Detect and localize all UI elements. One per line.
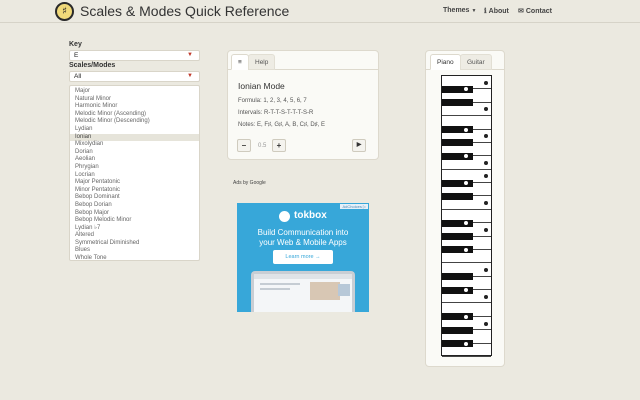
black-key[interactable] [442,246,473,254]
mode-notes: Notes: E, F♯, G♯, A, B, C♯, D♯, E [238,122,326,128]
scale-note-marker [484,268,488,273]
scale-note-marker [464,314,468,319]
increase-speed-button[interactable]: + [272,139,286,152]
scale-list-item[interactable]: Minor Pentatonic [70,187,199,195]
black-key[interactable] [442,273,473,281]
black-key[interactable] [442,192,473,200]
scales-filter-value: All [74,73,82,80]
tab-guitar[interactable]: Guitar [460,54,492,70]
black-key[interactable] [442,139,473,147]
scale-note-marker [464,247,468,252]
scale-list-item[interactable]: Altered [70,232,199,240]
contact-label: Contact [525,8,552,15]
decrease-speed-button[interactable]: – [237,139,251,152]
scales-modes-label: Scales/Modes [69,62,116,69]
scale-list-item[interactable]: Natural Minor [70,96,199,104]
scale-note-marker [464,127,468,132]
mode-formula: Formula: 1, 2, 3, 4, 5, 6, 7 [238,98,307,104]
black-key[interactable] [442,179,473,187]
tab-piano[interactable]: Piano [430,54,461,70]
black-key[interactable] [442,219,473,227]
black-key[interactable] [442,152,473,160]
scale-note-marker [484,227,488,232]
instrument-tabbar: Piano Guitar [426,51,504,70]
scale-note-marker [484,80,488,85]
scale-list-item[interactable]: Ionian [70,133,199,142]
black-key[interactable] [442,233,473,241]
about-label: About [488,8,509,15]
ad-brand: tokbox [294,210,327,221]
scale-list-item[interactable]: Major [70,88,199,96]
themes-dropdown[interactable]: Themes ▼ [443,7,476,14]
scale-list-item[interactable]: Melodic Minor (Descending) [70,118,199,126]
scales-filter-select[interactable]: All ▼ [69,71,200,82]
tokbox-ad[interactable]: AdChoices ▷ tokbox Build Communication i… [237,203,369,312]
ads-by-google-label[interactable]: Ads by Google [233,180,266,186]
mode-title: Ionian Mode [238,81,285,91]
scale-list-item[interactable]: Melodic Minor (Ascending) [70,111,199,119]
scale-list-item[interactable]: Dorian [70,149,199,157]
scale-list-item[interactable]: Mixolydian [70,141,199,149]
scale-list-item[interactable]: Symmetrical Diminished [70,240,199,248]
tab-help[interactable]: Help [248,54,276,70]
tokbox-logo-icon [279,211,290,222]
scale-list-item[interactable]: Bebop Major [70,210,199,218]
laptop-image [251,271,355,312]
play-button[interactable]: ▶ [352,139,366,152]
piano-keyboard[interactable] [441,75,492,357]
mode-intervals: Intervals: R-T-T-S-T-T-T-S-R [238,110,314,116]
scale-list-item[interactable]: Major Pentatonic [70,179,199,187]
key-select-value: E [74,52,79,59]
ad-headline-2: your Web & Mobile Apps [259,238,347,247]
caret-down-icon: ▼ [187,73,193,79]
black-key[interactable] [442,126,473,134]
black-key[interactable] [442,326,473,334]
black-key[interactable] [442,286,473,294]
about-link[interactable]: ℹ About [484,7,509,15]
top-navbar: ♯ Scales & Modes Quick Reference Themes ▼… [0,0,640,23]
sharp-logo-icon[interactable]: ♯ [55,2,74,21]
scale-note-marker [484,321,488,326]
scale-list-item[interactable]: Harmonic Minor [70,103,199,111]
ad-choices-icon[interactable]: AdChoices ▷ [340,204,368,209]
scales-listbox[interactable]: Major Natural Minor Harmonic Minor Melodic … [69,85,200,261]
themes-label: Themes [443,7,470,14]
black-key[interactable] [442,313,473,321]
envelope-icon: ✉ [518,8,524,15]
scale-list-item[interactable]: Lydian ♭7 [70,225,199,233]
scale-list-item[interactable]: Blues [70,247,199,255]
scale-list-item[interactable]: Bebop Dominant [70,194,199,202]
scale-list-item[interactable]: Aeolian [70,156,199,164]
ad-learn-more-button[interactable]: Learn more → [273,250,333,264]
scale-list-item[interactable]: Bebop Melodic Minor [70,217,199,225]
info-icon: ℹ [484,8,487,15]
app-title[interactable]: Scales & Modes Quick Reference [80,3,289,19]
scale-list-item[interactable]: Phrygian [70,164,199,172]
scale-list-item[interactable]: Locrian [70,172,199,180]
caret-down-icon: ▼ [187,52,193,58]
key-select[interactable]: E ▼ [69,50,200,61]
black-key[interactable] [442,85,473,93]
scale-note-marker [484,294,488,299]
black-key[interactable] [442,340,473,348]
caret-down-icon: ▼ [471,8,477,14]
key-label: Key [69,41,82,48]
scale-note-marker [484,160,488,165]
black-key[interactable] [442,99,473,107]
info-tabbar: ≡ Help [228,51,378,70]
speed-value: 0.5 [258,143,267,149]
scale-list-item[interactable]: Bebop Dorian [70,202,199,210]
scale-list-item[interactable]: Whole Tone [70,255,199,260]
scale-list-item[interactable]: Lydian [70,126,199,134]
mode-info-card: ≡ Help Ionian Mode Formula: 1, 2, 3, 4, … [227,50,379,160]
contact-link[interactable]: ✉ Contact [518,7,552,15]
tab-list-icon[interactable]: ≡ [231,54,249,70]
scale-note-marker [464,341,468,346]
